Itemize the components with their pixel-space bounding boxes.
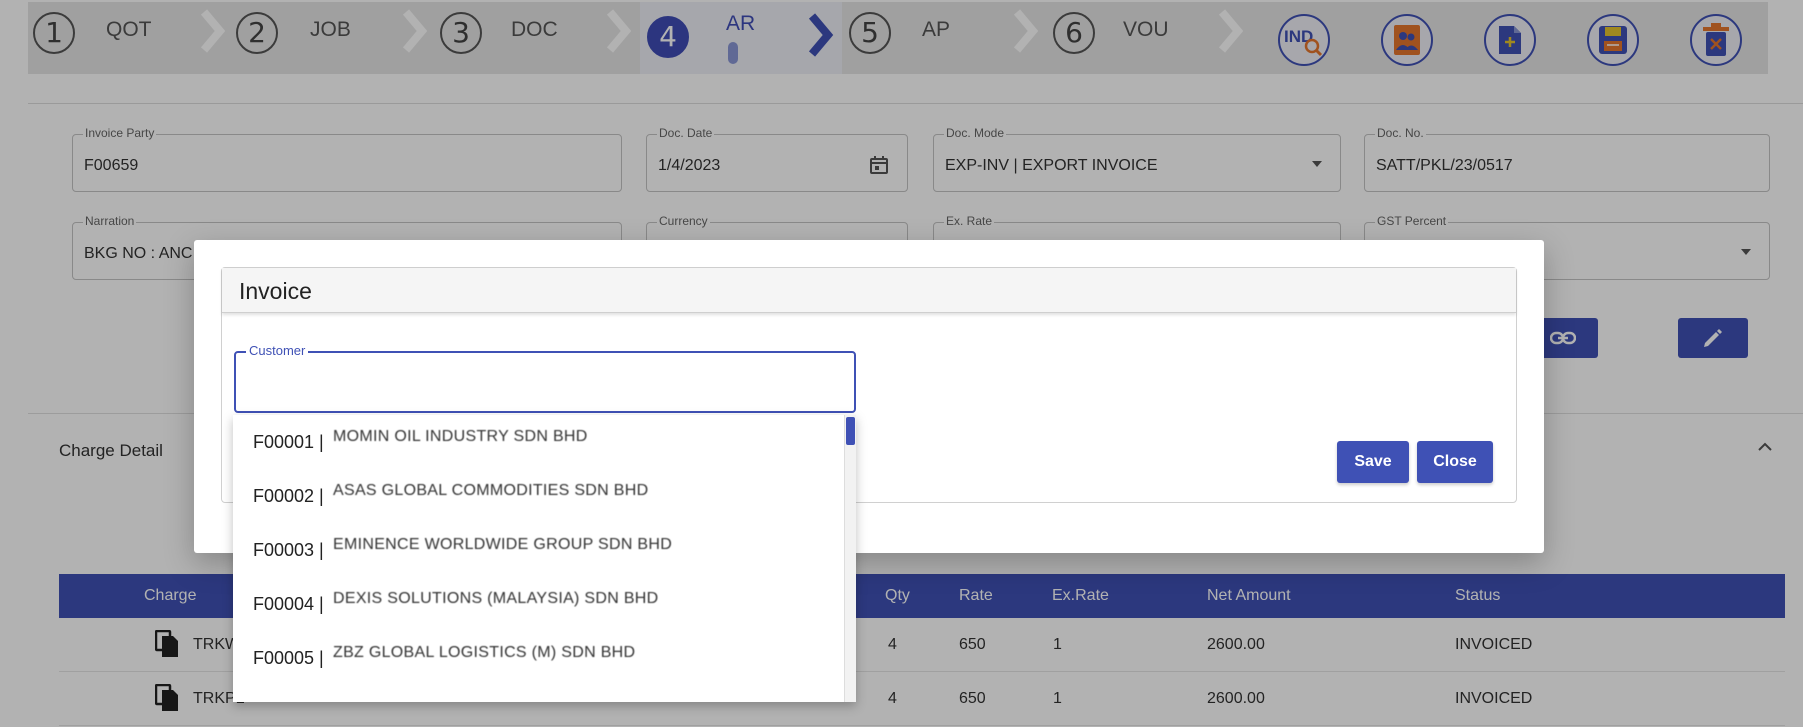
option-name: ASAS GLOBAL COMMODITIES SDN BHD xyxy=(333,482,649,499)
customer-option[interactable]: F00003 | EMINENCE WORLDWIDE GROUP SDN BH… xyxy=(233,523,843,577)
option-code: F00005 | xyxy=(253,648,324,668)
customer-option[interactable]: F00001 | MOMIN OIL INDUSTRY SDN BHD xyxy=(233,415,843,469)
customer-autocomplete[interactable]: Customer xyxy=(234,343,856,413)
option-code: F00002 | xyxy=(253,486,324,506)
scrollbar[interactable] xyxy=(844,415,856,702)
option-code: F00004 | xyxy=(253,594,324,614)
app-root: 1 QOT 2 JOB 3 DOC 4 AR 5 AP 6 VOU IND In… xyxy=(0,0,1803,727)
dialog-title: Invoice xyxy=(239,278,312,304)
option-name: ZBZ GLOBAL LOGISTICS (M) SDN BHD xyxy=(333,644,636,661)
customer-option[interactable]: F00004 | DEXIS SOLUTIONS (MALAYSIA) SDN … xyxy=(233,577,843,631)
customer-option[interactable]: F00005 | ZBZ GLOBAL LOGISTICS (M) SDN BH… xyxy=(233,631,843,685)
customer-label: Customer xyxy=(246,343,309,358)
save-button[interactable]: Save xyxy=(1337,441,1409,483)
option-name: DEXIS SOLUTIONS (MALAYSIA) SDN BHD xyxy=(333,590,659,607)
customer-options-list: F00001 | MOMIN OIL INDUSTRY SDN BHD F000… xyxy=(233,415,856,702)
option-name: MOMIN OIL INDUSTRY SDN BHD xyxy=(333,428,588,445)
close-button[interactable]: Close xyxy=(1417,441,1493,483)
option-name: EMINENCE WORLDWIDE GROUP SDN BHD xyxy=(333,536,673,553)
customer-option[interactable]: F00002 | ASAS GLOBAL COMMODITIES SDN BHD xyxy=(233,469,843,523)
scrollbar-thumb[interactable] xyxy=(846,417,855,445)
option-code: F00001 | xyxy=(253,432,324,452)
customer-input[interactable] xyxy=(248,367,838,397)
dialog-header: Invoice xyxy=(222,268,1516,313)
option-code: F00003 | xyxy=(253,540,324,560)
